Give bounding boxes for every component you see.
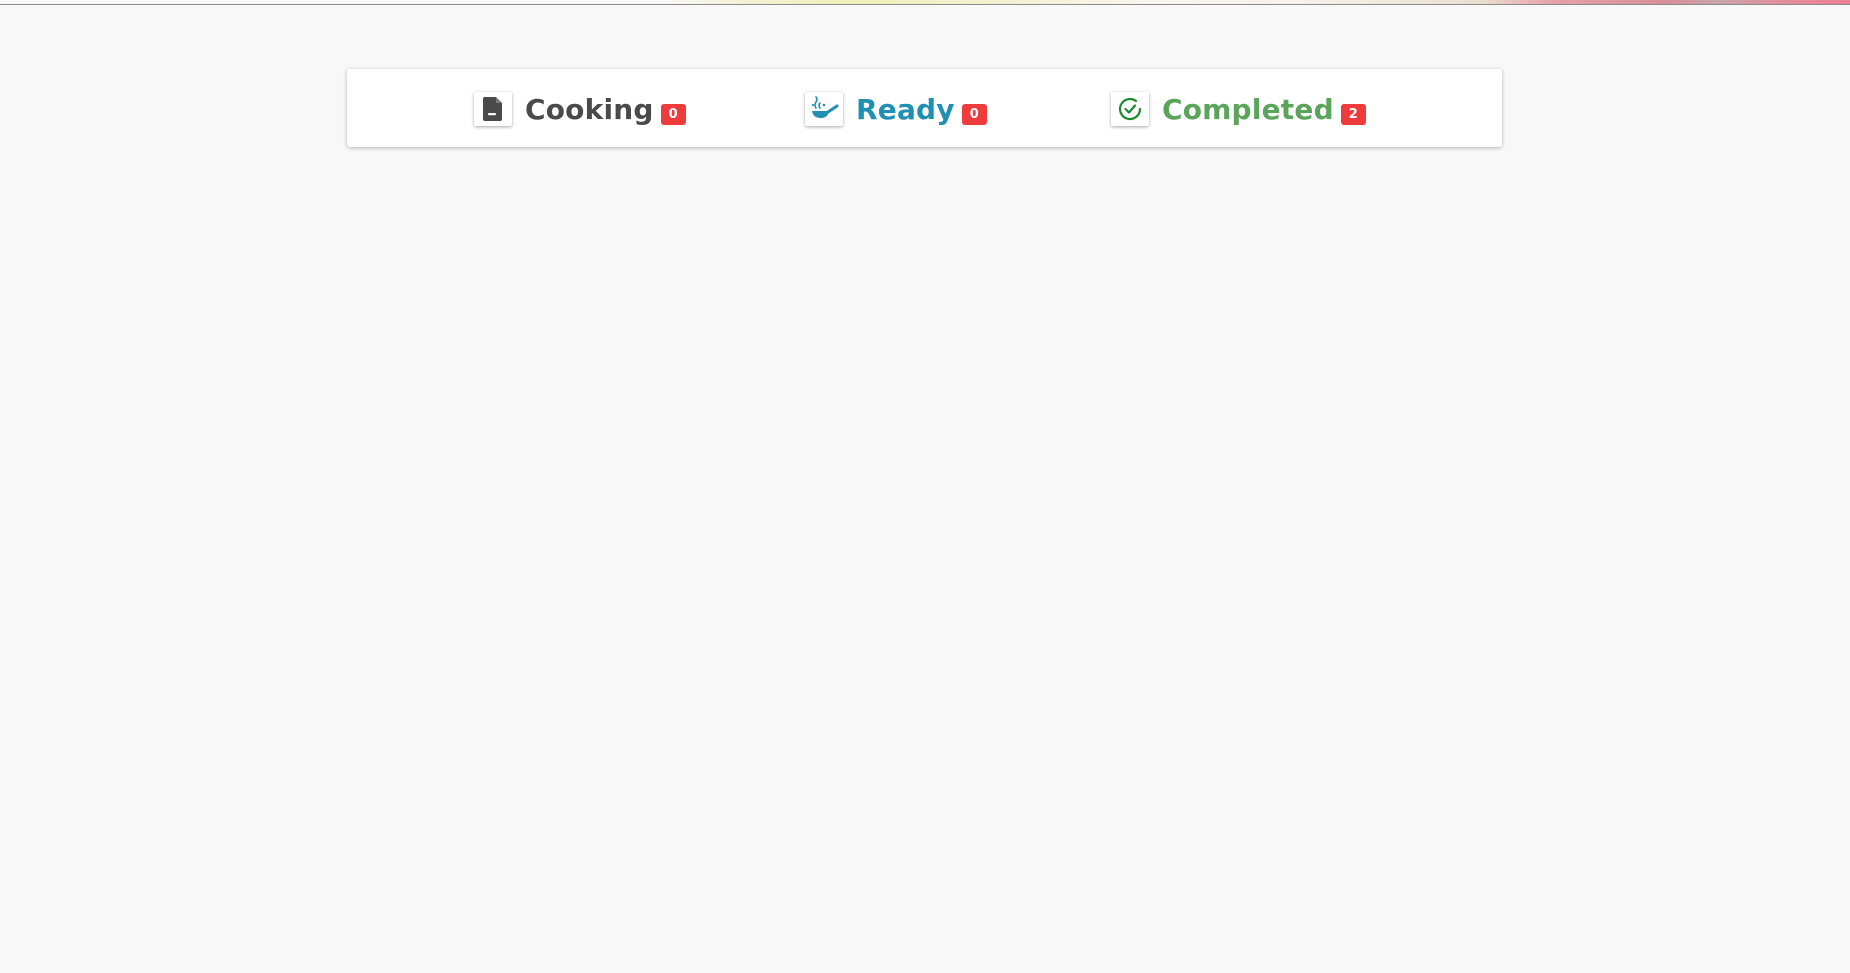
order-status-tabs: Cooking 0 Ready 0 Completed 2 xyxy=(347,69,1502,147)
tab-cooking[interactable]: Cooking 0 xyxy=(474,89,686,129)
tab-ready-label: Ready xyxy=(856,92,955,126)
tab-ready-count-badge: 0 xyxy=(961,103,987,125)
tab-completed-count-badge: 2 xyxy=(1340,103,1366,125)
tab-cooking-count-badge: 0 xyxy=(660,103,686,125)
document-icon xyxy=(474,92,512,126)
cooking-pan-icon xyxy=(805,92,843,126)
tab-completed-label: Completed xyxy=(1162,92,1334,126)
tab-cooking-label: Cooking xyxy=(525,92,654,126)
check-circle-icon xyxy=(1111,92,1149,126)
tab-completed[interactable]: Completed 2 xyxy=(1111,89,1366,129)
tab-ready[interactable]: Ready 0 xyxy=(805,89,987,129)
top-banner-image xyxy=(0,0,1850,5)
